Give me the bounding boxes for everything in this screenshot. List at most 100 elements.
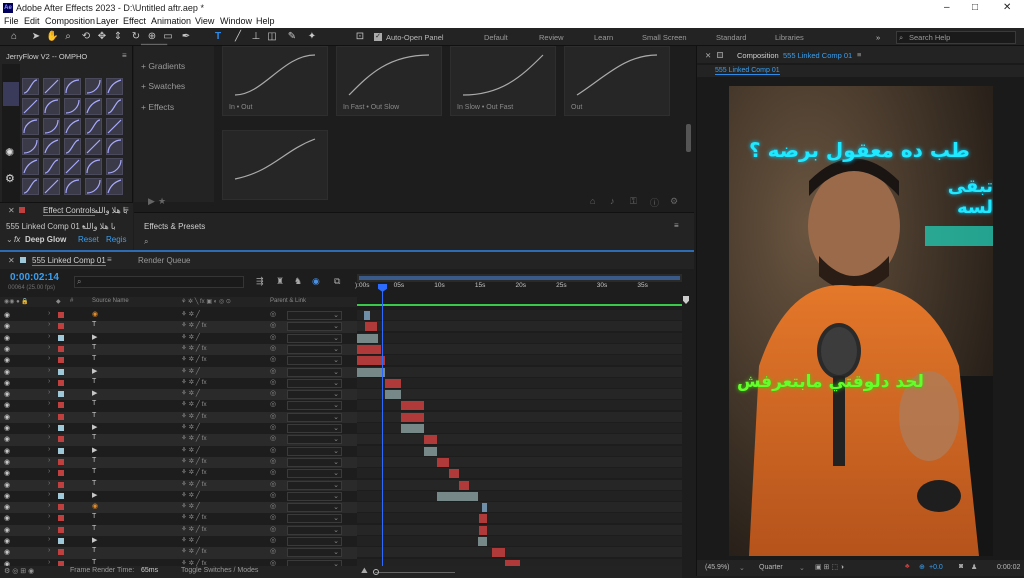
layer-bar[interactable] (400, 424, 425, 433)
orbit-tool-icon[interactable]: ⟲ (80, 31, 92, 43)
layer-row[interactable]: ◉ › T ⚘ ✲ ╱ fx ◎ ⌄ (0, 547, 357, 559)
layer-switches[interactable]: ⚘ ✲ ╱ (181, 446, 200, 454)
layer-switches[interactable]: ⚘ ✲ ╱ fx (181, 344, 207, 352)
parent-dropdown[interactable]: ⌄ (287, 311, 342, 320)
visibility-eye-icon[interactable]: ◉ (4, 334, 12, 342)
easing-cell[interactable] (106, 158, 123, 175)
expand-chevron-icon[interactable]: › (48, 310, 50, 317)
layer-switches[interactable]: ⚘ ✲ ╱ (181, 389, 200, 397)
toggle-switches-modes[interactable]: Toggle Switches / Modes (181, 567, 258, 574)
layer-bar[interactable] (365, 322, 377, 332)
tab-menu-icon[interactable]: ≡ (107, 255, 112, 264)
parent-dropdown[interactable]: ⌄ (287, 435, 342, 445)
label-color[interactable] (58, 357, 64, 364)
side-item-effects[interactable]: + Effects (141, 102, 174, 112)
menu-effect[interactable]: Effect (123, 16, 146, 26)
selection-tool-icon[interactable]: ➤ (30, 31, 42, 43)
star-icon[interactable]: ★ (158, 196, 166, 207)
label-color[interactable] (58, 481, 64, 488)
parent-dropdown[interactable]: ⌄ (287, 469, 342, 479)
easing-cell[interactable] (85, 138, 102, 155)
label-color[interactable] (58, 334, 64, 341)
parent-pickwhip-icon[interactable]: ◎ (270, 446, 276, 454)
visibility-eye-icon[interactable]: ◉ (4, 514, 12, 522)
label-color[interactable] (58, 368, 64, 375)
parent-dropdown[interactable]: ⌄ (287, 356, 342, 366)
hand-tool-icon[interactable]: ✋ (46, 31, 58, 43)
expand-chevron-icon[interactable]: › (48, 446, 50, 453)
visibility-eye-icon[interactable]: ◉ (4, 401, 12, 409)
parent-dropdown[interactable]: ⌄ (287, 491, 342, 501)
parent-dropdown[interactable]: ⌄ (287, 401, 342, 411)
layer-bar[interactable] (478, 537, 487, 546)
layer-switches[interactable]: ⚘ ✲ ╱ (181, 502, 200, 510)
pan-tool-icon[interactable]: ✥ (96, 31, 108, 43)
show-snapshot-icon[interactable]: ♟ (971, 563, 977, 571)
visibility-eye-icon[interactable]: ◉ (4, 413, 12, 421)
layer-row[interactable]: ◉ › T ⚘ ✲ ╱ fx ◎ ⌄ (0, 479, 357, 491)
easing-cell[interactable] (64, 158, 81, 175)
layer-bar[interactable] (363, 311, 370, 320)
parent-pickwhip-icon[interactable]: ◎ (270, 547, 276, 555)
zoom-out-icon[interactable]: ⛰ (361, 566, 368, 576)
parent-pickwhip-icon[interactable]: ◎ (270, 321, 276, 329)
label-color[interactable] (58, 323, 64, 330)
easing-cell[interactable] (85, 98, 102, 115)
side-item-swatches[interactable]: + Swatches (141, 81, 185, 91)
dolly-tool-icon[interactable]: ⇕ (112, 31, 124, 43)
home-icon[interactable]: ⌂ (8, 31, 20, 43)
parent-dropdown[interactable]: ⌄ (287, 322, 342, 332)
visibility-eye-icon[interactable]: ◉ (4, 390, 12, 398)
parent-pickwhip-icon[interactable]: ◎ (270, 400, 276, 408)
label-color[interactable] (58, 436, 64, 443)
layer-row[interactable]: ◉ › ▶ ⚘ ✲ ╱ ◎ ⌄ (0, 536, 357, 547)
layer-row[interactable]: ◉ › T ⚘ ✲ ╱ fx ◎ ⌄ (0, 524, 357, 536)
label-color[interactable] (58, 492, 64, 499)
search-help-input[interactable]: ⌕ Search Help (896, 31, 1016, 44)
type-tool-icon[interactable]: T (212, 31, 224, 43)
visibility-eye-icon[interactable]: ◉ (4, 424, 12, 432)
rotate-tool-icon[interactable]: ↻ (130, 31, 142, 43)
clone-stamp-icon[interactable]: ⊥ (250, 31, 262, 43)
easing-cell[interactable] (22, 178, 39, 195)
tab-comp[interactable]: 555 Linked Comp 01 (32, 256, 106, 266)
layer-switches[interactable]: ⚘ ✲ ╱ fx (181, 434, 207, 442)
graph-icon[interactable] (3, 82, 19, 106)
parent-pickwhip-icon[interactable]: ◎ (270, 502, 276, 510)
parent-dropdown[interactable]: ⌄ (287, 446, 342, 456)
visibility-eye-icon[interactable]: ◉ (4, 503, 12, 511)
preset-custom[interactable] (222, 130, 328, 200)
layer-row[interactable]: ◉ › T ⚘ ✲ ╱ fx ◎ ⌄ (0, 456, 357, 469)
maximize-button[interactable]: □ (972, 2, 978, 13)
workspace-small-screen[interactable]: Small Screen (642, 33, 687, 42)
pan-behind-tool-icon[interactable]: ⊕ (146, 31, 158, 43)
layer-row[interactable]: ◉ › ▶ ⚘ ✲ ╱ ◎ ⌄ (0, 333, 357, 344)
lock-icon[interactable]: ⚿ (630, 196, 637, 207)
parent-link-header[interactable]: Parent & Link (270, 298, 306, 304)
preset-in-slow-out-fast[interactable]: In Slow • Out Fast (450, 46, 556, 116)
label-color[interactable] (58, 470, 64, 477)
expand-chevron-icon[interactable]: › (48, 367, 50, 374)
visibility-eye-icon[interactable]: ◉ (4, 345, 12, 353)
expand-chevron-icon[interactable]: › (48, 491, 50, 498)
settings-gear-icon[interactable]: ⚙ (5, 172, 15, 185)
visibility-eye-icon[interactable]: ◉ (4, 435, 12, 443)
layer-bar[interactable] (357, 344, 382, 354)
easing-cell[interactable] (22, 158, 39, 175)
layer-row[interactable]: ◉ › ◉ ⚘ ✲ ╱ ◎ ⌄ (0, 310, 357, 321)
layer-bar[interactable] (437, 491, 479, 501)
visibility-eye-icon[interactable]: ◉ (4, 492, 12, 500)
gift-icon[interactable]: ⌂ (590, 196, 595, 206)
parent-dropdown[interactable]: ⌄ (287, 333, 342, 343)
label-color[interactable] (58, 413, 64, 420)
parent-pickwhip-icon[interactable]: ◎ (270, 468, 276, 476)
workspace-standard[interactable]: Standard (716, 33, 746, 42)
layer-bar[interactable] (424, 435, 438, 445)
layer-row[interactable]: ◉ › ◉ ⚘ ✲ ╱ ◎ ⌄ (0, 502, 357, 514)
parent-pickwhip-icon[interactable]: ◎ (270, 513, 276, 521)
parent-dropdown[interactable]: ⌄ (287, 378, 342, 388)
layer-row[interactable]: ◉ › ▶ ⚘ ✲ ╱ ◎ ⌄ (0, 491, 357, 502)
easing-cell[interactable] (64, 118, 81, 135)
side-item-gradients[interactable]: + Gradients (141, 61, 185, 71)
workspace-review[interactable]: Review (539, 33, 564, 42)
